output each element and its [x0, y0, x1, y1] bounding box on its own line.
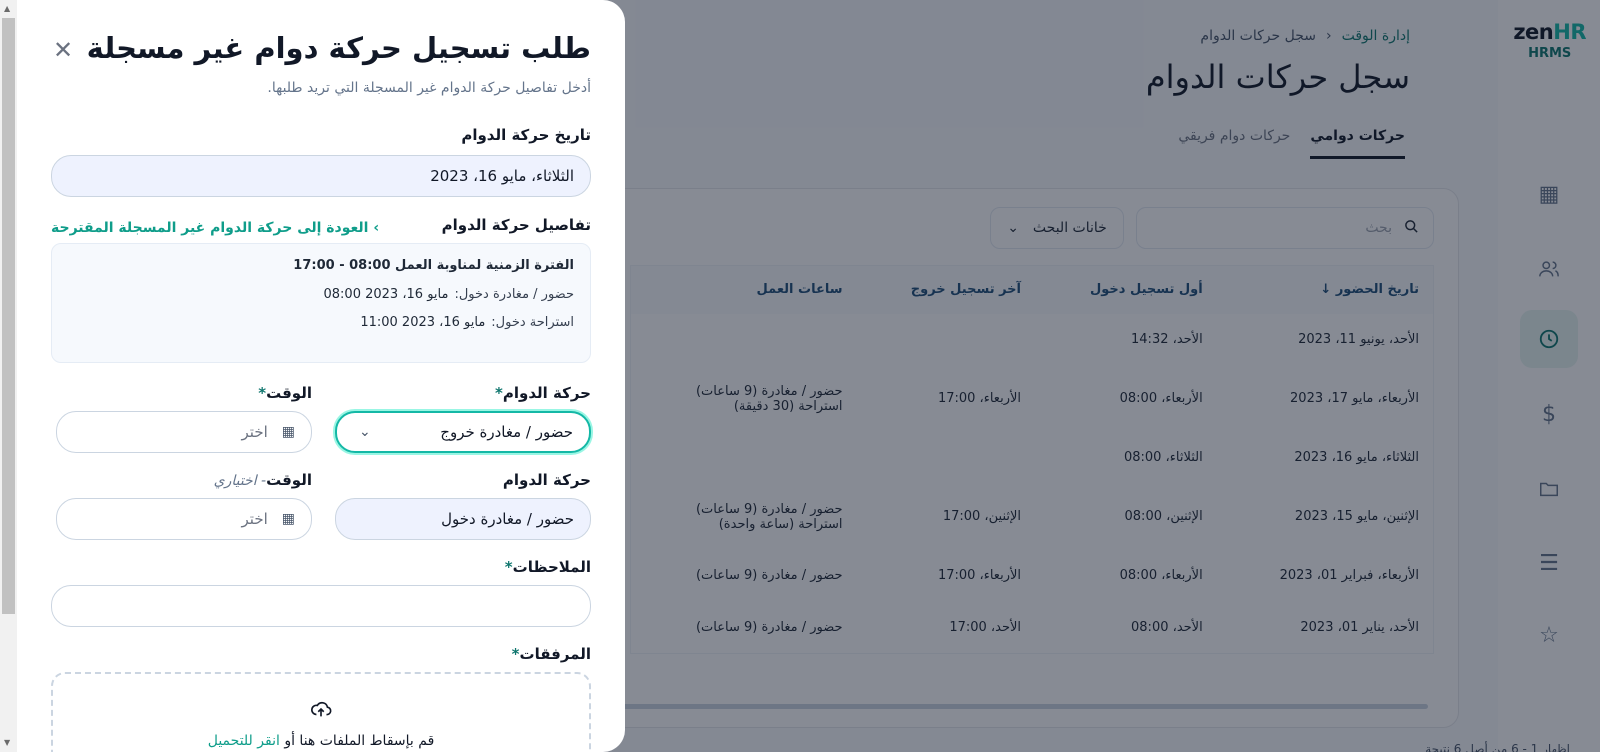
- movement-select-2[interactable]: حضور / مغادرة دخول: [335, 498, 591, 540]
- date-label: تاريخ حركة الدوام: [461, 126, 591, 144]
- upload-cloud-icon: [53, 698, 589, 725]
- time-label-1: الوقت*: [258, 384, 312, 402]
- movement-select-value: حضور / مغادرة خروج: [440, 423, 573, 441]
- attachments-label: المرفقات*: [511, 645, 591, 663]
- detail-key: حضور / مغادرة دخول:: [454, 287, 574, 302]
- missing-attendance-modal: طلب تسجيل حركة دوام غير مسجلة أدخل تفاصي…: [17, 0, 625, 752]
- movement-select-1[interactable]: حضور / مغادرة خروج ⌄: [335, 411, 591, 453]
- date-field[interactable]: الثلاثاء، مايو 16، 2023: [51, 155, 591, 197]
- scroll-down-arrow[interactable]: ▼: [4, 738, 10, 747]
- detail-row: استراحة دخول: مايو 16، 2023 11:00: [68, 315, 574, 330]
- time-placeholder: اختر: [241, 510, 268, 528]
- page-scrollbar[interactable]: ▲ ▼: [0, 0, 17, 752]
- notes-label: الملاحظات*: [504, 558, 591, 576]
- modal-subtitle: أدخل تفاصيل حركة الدوام غير المسجلة التي…: [267, 80, 591, 96]
- movement-label-1: حركة الدوام*: [495, 384, 591, 402]
- chevron-down-icon: ⌄: [359, 424, 371, 440]
- close-icon[interactable]: ✕: [53, 38, 73, 62]
- time-picker-2[interactable]: ▦ اختر: [56, 498, 312, 540]
- scrollbar-thumb[interactable]: [2, 18, 15, 614]
- modal-title: طلب تسجيل حركة دوام غير مسجلة: [86, 31, 591, 65]
- movement-label-2: حركة الدوام: [502, 471, 591, 489]
- time-picker-1[interactable]: ▦ اختر: [56, 411, 312, 453]
- detail-row: حضور / مغادرة دخول: مايو 16، 2023 08:00: [68, 287, 575, 302]
- detail-key: استراحة دخول:: [491, 315, 574, 330]
- attendance-details-box: الفترة الزمنية لمناوبة العمل 08:00 - 17:…: [51, 243, 591, 363]
- date-value: الثلاثاء، مايو 16، 2023: [430, 167, 574, 185]
- time-label-2: الوقت- اختياري: [213, 471, 312, 489]
- click-to-upload-link[interactable]: انقر للتحميل: [208, 733, 280, 749]
- calendar-icon: ▦: [281, 511, 295, 527]
- detail-value: مايو 16، 2023 08:00: [323, 287, 449, 302]
- movement-select-value: حضور / مغادرة دخول: [441, 510, 574, 528]
- calendar-icon: ▦: [281, 424, 295, 440]
- details-label: تفاصيل حركة الدوام: [441, 216, 591, 234]
- scroll-up-arrow[interactable]: ▲: [4, 4, 10, 13]
- back-to-suggested-link[interactable]: › العودة إلى حركة الدوام غير المسجلة الم…: [51, 220, 379, 236]
- file-upload-dropzone[interactable]: قم بإسقاط الملفات هنا أو انقر للتحميل: [51, 672, 591, 752]
- upload-text: قم بإسقاط الملفات هنا أو انقر للتحميل: [207, 733, 435, 749]
- time-placeholder: اختر: [241, 423, 268, 441]
- notes-input[interactable]: [51, 585, 591, 627]
- back-link-text: العودة إلى حركة الدوام غير المسجلة المقت…: [51, 220, 369, 236]
- detail-value: مايو 16، 2023 11:00: [360, 315, 486, 330]
- shift-period: الفترة الزمنية لمناوبة العمل 08:00 - 17:…: [293, 258, 574, 273]
- chevron-right-icon: ›: [373, 220, 380, 236]
